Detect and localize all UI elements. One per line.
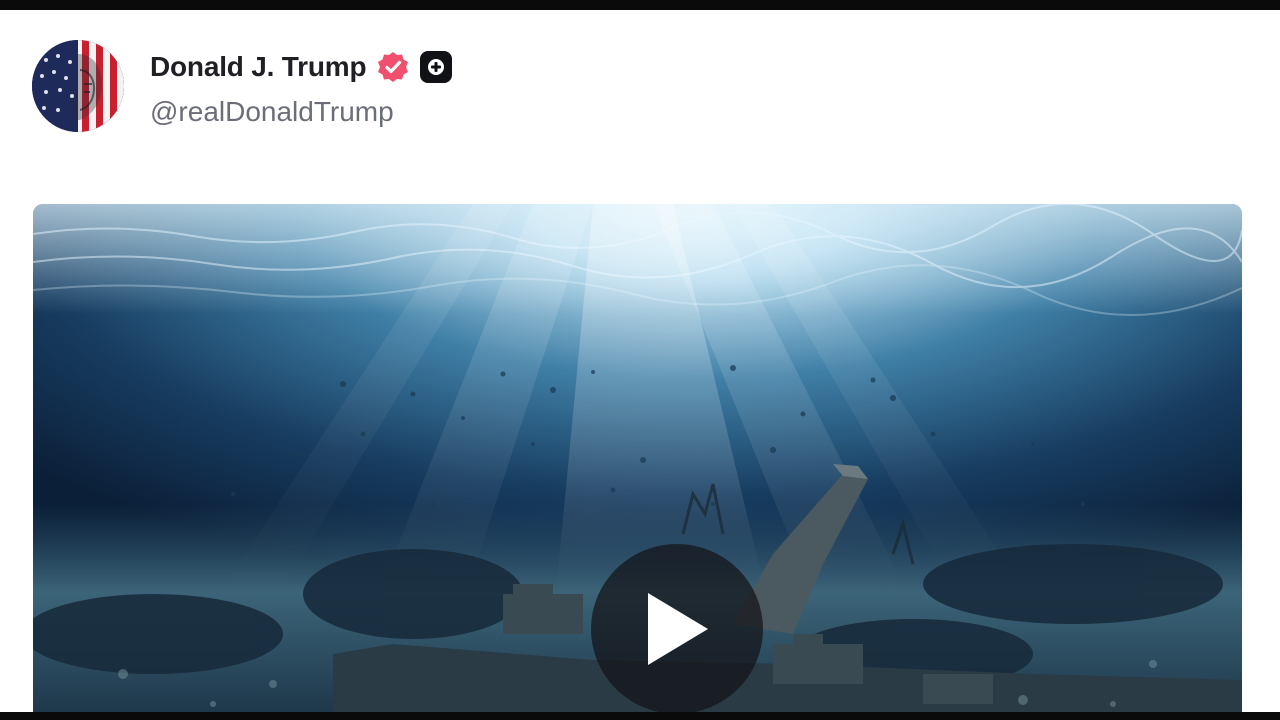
- display-name[interactable]: Donald J. Trump: [150, 51, 367, 83]
- flag-face-icon: [32, 40, 124, 132]
- post-header: Donald J. Trump @realDonaldTrump: [32, 40, 453, 140]
- play-icon: [648, 593, 708, 665]
- video-thumbnail[interactable]: [33, 204, 1242, 712]
- post-card: Donald J. Trump @realDonaldTrump: [0, 10, 1280, 712]
- author-meta: Donald J. Trump @realDonaldTrump: [150, 50, 453, 128]
- plus-badge-icon: [420, 51, 453, 83]
- name-row: Donald J. Trump: [150, 50, 453, 84]
- verified-badge-icon: [376, 50, 410, 84]
- author-avatar[interactable]: [32, 40, 124, 132]
- author-handle[interactable]: @realDonaldTrump: [150, 96, 452, 128]
- play-button[interactable]: [591, 544, 763, 712]
